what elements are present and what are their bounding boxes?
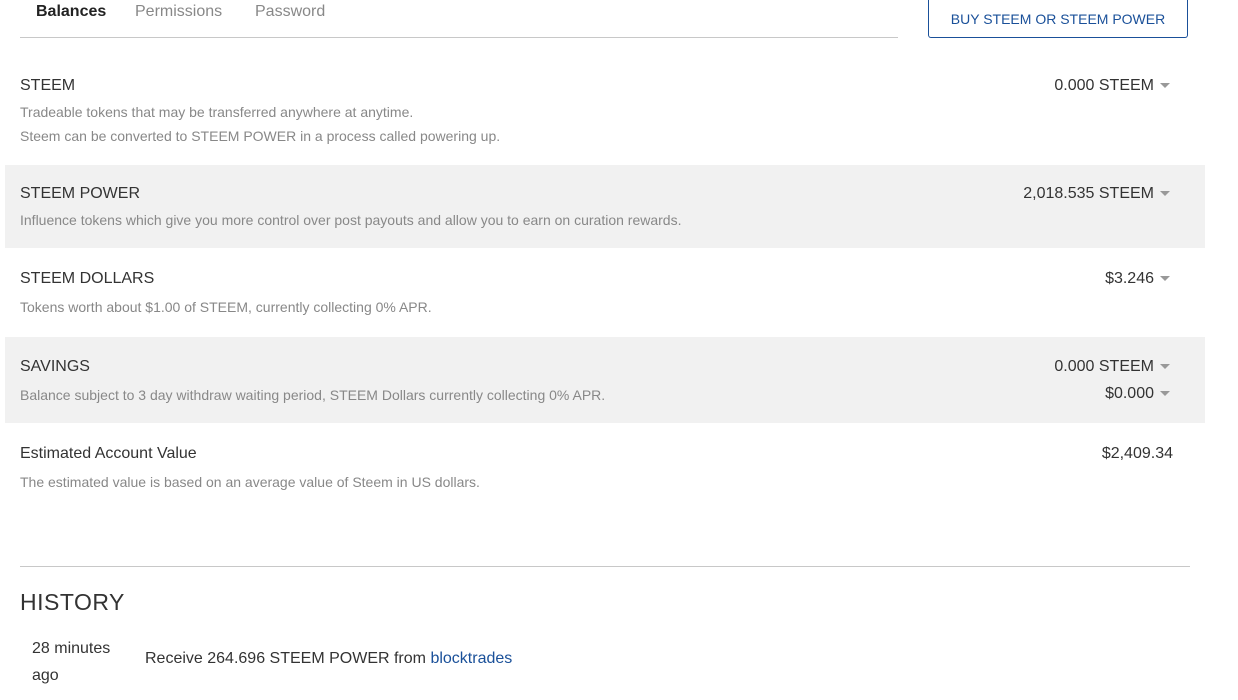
savings-steem-amount: 0.000 STEEM — [1054, 358, 1154, 375]
section-divider — [20, 566, 1190, 567]
steem-desc-line1: Tradeable tokens that may be transferred… — [20, 104, 414, 120]
wallet-tabs: Balances Permissions Password — [20, 0, 898, 38]
steem-dollars-desc: Tokens worth about $1.00 of STEEM, curre… — [20, 299, 432, 315]
estimated-value-title: Estimated Account Value — [20, 445, 197, 462]
savings-desc: Balance subject to 3 day withdraw waitin… — [20, 387, 606, 403]
steem-power-amount-dropdown[interactable]: 2,018.535 STEEM — [1023, 185, 1170, 203]
tab-password[interactable]: Password — [255, 3, 325, 21]
history-item-time: 28 minutes ago — [32, 640, 111, 684]
history-title: HISTORY — [20, 589, 125, 615]
steem-amount-dropdown[interactable]: 0.000 STEEM — [1054, 77, 1170, 95]
savings-sbd-amount-dropdown[interactable]: $0.000 — [1105, 385, 1170, 403]
steem-power-desc: Influence tokens which give you more con… — [20, 212, 682, 228]
balance-row-steem: STEEM Tradeable tokens that may be trans… — [5, 60, 1205, 164]
savings-sbd-amount: $0.000 — [1105, 385, 1154, 402]
savings-title: SAVINGS — [20, 358, 90, 375]
steem-amount: 0.000 STEEM — [1054, 77, 1154, 94]
balance-row-estimated-value: Estimated Account Value The estimated va… — [5, 424, 1205, 514]
balance-row-savings: SAVINGS Balance subject to 3 day withdra… — [5, 337, 1205, 423]
caret-down-icon — [1160, 276, 1170, 282]
steem-title: STEEM — [20, 77, 76, 94]
steem-dollars-amount-dropdown[interactable]: $3.246 — [1105, 270, 1170, 288]
balance-row-steem-power: STEEM POWER Influence tokens which give … — [5, 165, 1205, 248]
steem-desc-line2: Steem can be converted to STEEM POWER in… — [20, 128, 501, 144]
buy-steem-button[interactable]: BUY STEEM OR STEEM POWER — [928, 0, 1188, 38]
estimated-value-amount: $2,409.34 — [1101, 445, 1173, 462]
history-item-from-link[interactable]: blocktrades — [430, 650, 512, 667]
steem-dollars-amount: $3.246 — [1105, 270, 1154, 287]
caret-down-icon — [1160, 83, 1170, 89]
steem-power-amount: 2,018.535 STEEM — [1023, 185, 1154, 202]
steem-dollars-title: STEEM DOLLARS — [20, 270, 155, 287]
savings-steem-amount-dropdown[interactable]: 0.000 STEEM — [1054, 358, 1170, 376]
caret-down-icon — [1160, 364, 1170, 370]
tab-permissions[interactable]: Permissions — [135, 3, 222, 21]
steem-power-title: STEEM POWER — [20, 185, 141, 202]
tab-balances[interactable]: Balances — [36, 3, 106, 21]
history-item-text: Receive 264.696 STEEM POWER from blocktr… — [145, 650, 512, 668]
history-item-description: Receive 264.696 STEEM POWER from — [145, 650, 431, 667]
caret-down-icon — [1160, 391, 1170, 397]
estimated-value-desc: The estimated value is based on an avera… — [20, 474, 480, 490]
balance-row-steem-dollars: STEEM DOLLARS Tokens worth about $1.00 o… — [5, 249, 1205, 336]
caret-down-icon — [1160, 191, 1170, 197]
